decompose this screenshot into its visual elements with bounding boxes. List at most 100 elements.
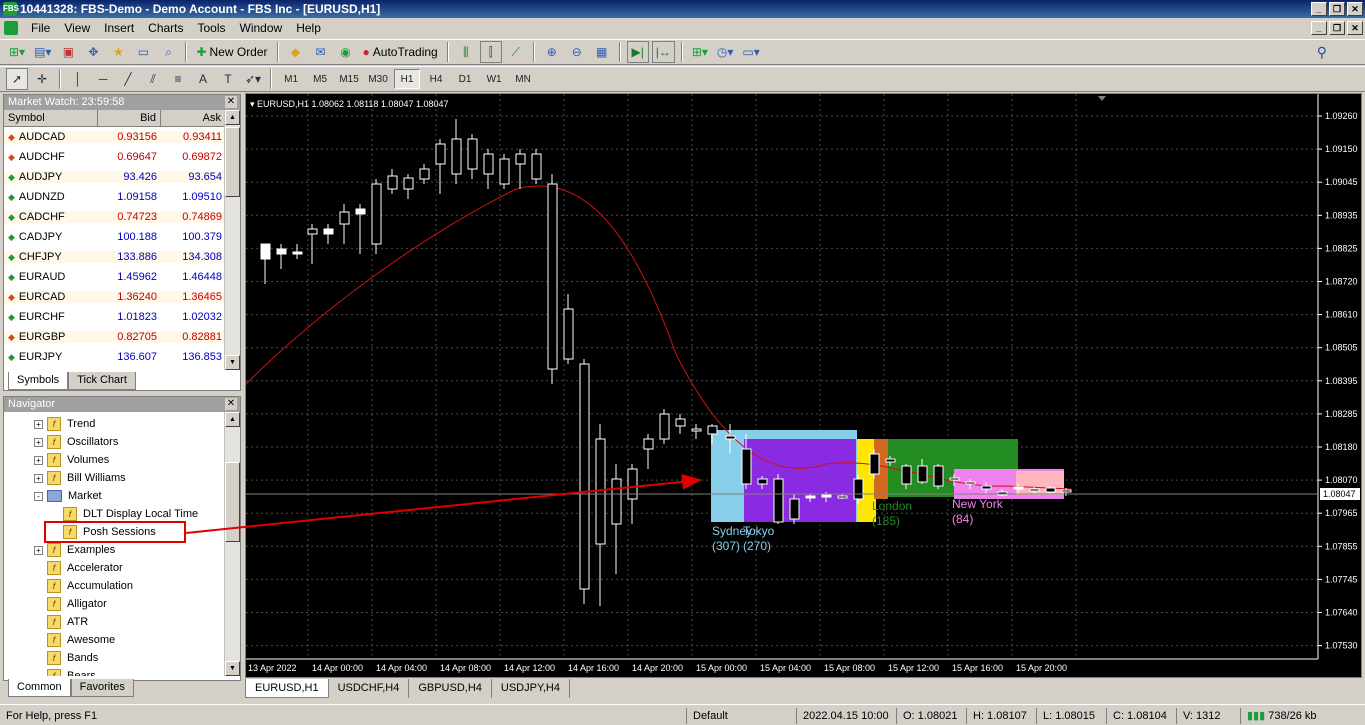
strategy-tester-icon[interactable]: ⌕ (157, 41, 179, 63)
nav-scroll-up-icon[interactable]: ▲ (225, 412, 240, 427)
market-watch-row[interactable]: ◆ AUDCAD 0.93156 0.93411 (4, 127, 226, 147)
market-watch-row[interactable]: ◆ CADCHF 0.74723 0.74869 (4, 207, 226, 227)
market-watch-row[interactable]: ◆ CHFJPY 133.886 134.308 (4, 247, 226, 267)
menu-view[interactable]: View (57, 18, 97, 38)
maximize-button[interactable]: ❐ (1329, 2, 1345, 16)
search-icon[interactable]: ⚲ (1317, 44, 1327, 61)
templates-icon[interactable]: ▭▾ (739, 41, 762, 63)
close-navigator-icon[interactable]: ✕ (225, 398, 237, 410)
signals-icon[interactable]: ◉ (335, 41, 357, 63)
periods-icon[interactable]: ◷▾ (714, 41, 737, 63)
navigator-item[interactable]: + f Trend (4, 415, 226, 433)
navigator-item[interactable]: f Bands (4, 649, 226, 667)
timeframe-w1[interactable]: W1 (481, 69, 507, 89)
market-watch-scrollbar[interactable]: ▲ ▼ (224, 110, 240, 370)
cursor-icon[interactable]: ➚ (6, 68, 28, 90)
navigator-item[interactable]: f Accelerator (4, 559, 226, 577)
timeframe-m30[interactable]: M30 (365, 69, 391, 89)
scroll-up-icon[interactable]: ▲ (225, 110, 240, 125)
mailbox-icon[interactable]: ✉ (310, 41, 332, 63)
expand-icon[interactable]: + (34, 419, 43, 429)
navigator-item[interactable]: f Alligator (4, 595, 226, 613)
menu-tools[interactable]: Tools (191, 18, 233, 38)
market-watch-row[interactable]: ◆ EURGBP 0.82705 0.82881 (4, 327, 226, 347)
expand-icon[interactable]: + (34, 473, 43, 483)
text-label-icon[interactable]: T (217, 68, 239, 90)
navigator-item[interactable]: - Market (4, 487, 226, 505)
indicators-icon[interactable]: ⊞▾ (689, 41, 711, 63)
nav-scroll-down-icon[interactable]: ▼ (225, 661, 240, 676)
close-market-watch-icon[interactable]: ✕ (225, 96, 237, 108)
bar-chart-icon[interactable]: ⫼ (455, 41, 477, 63)
timeframe-h1[interactable]: H1 (394, 69, 421, 89)
close-button[interactable]: ✕ (1347, 2, 1363, 16)
zoom-out-icon[interactable]: ⊖ (566, 41, 588, 63)
chart-tab-eurusd[interactable]: EURUSD,H1 (245, 679, 329, 698)
navigator-item[interactable]: + f Bill Williams (4, 469, 226, 487)
tab-tick-chart[interactable]: Tick Chart (68, 372, 136, 390)
child-restore-button[interactable]: ❐ (1329, 21, 1345, 35)
timeframe-mn[interactable]: MN (510, 69, 536, 89)
mdi-icon[interactable] (4, 21, 18, 35)
timeframe-d1[interactable]: D1 (452, 69, 478, 89)
fibonacci-icon[interactable]: ≡ (167, 68, 189, 90)
autotrading-button[interactable]: ● AutoTrading (360, 41, 441, 63)
autoscroll-icon[interactable]: ▶| (626, 41, 649, 63)
col-bid[interactable]: Bid (98, 110, 161, 126)
tab-favorites[interactable]: Favorites (70, 679, 134, 697)
chart-shift-icon[interactable]: |↔ (651, 41, 675, 63)
col-ask[interactable]: Ask (161, 110, 226, 126)
trendline-icon[interactable]: ╱ (117, 68, 139, 90)
navigator-item[interactable]: f Awesome (4, 631, 226, 649)
menu-charts[interactable]: Charts (141, 18, 190, 38)
market-watch-row[interactable]: ◆ EURCAD 1.36240 1.36465 (4, 287, 226, 307)
navigator-item[interactable]: f Accumulation (4, 577, 226, 595)
new-chart-icon[interactable]: ⊞▾ (6, 41, 28, 63)
equidistant-channel-icon[interactable]: ⫽ (142, 68, 164, 90)
child-minimize-button[interactable]: _ (1311, 21, 1327, 35)
arrows-icon[interactable]: ➶▾ (242, 68, 264, 90)
timeframe-m1[interactable]: M1 (278, 69, 304, 89)
data-window-icon[interactable]: ✥ (82, 41, 104, 63)
col-symbol[interactable]: Symbol (4, 110, 98, 126)
market-watch-row[interactable]: ◆ AUDCHF 0.69647 0.69872 (4, 147, 226, 167)
navigator-icon[interactable]: ★ (107, 41, 129, 63)
text-icon[interactable]: A (192, 68, 214, 90)
metaeditor-icon[interactable]: ◆ (285, 41, 307, 63)
profiles-icon[interactable]: ▤▾ (31, 41, 54, 63)
menu-window[interactable]: Window (233, 18, 290, 38)
menu-help[interactable]: Help (289, 18, 328, 38)
navigator-scrollbar[interactable]: ▲ ▼ (224, 412, 240, 676)
menu-insert[interactable]: Insert (97, 18, 141, 38)
collapse-icon[interactable]: - (34, 491, 43, 501)
tab-common[interactable]: Common (8, 679, 71, 697)
market-watch-row[interactable]: ◆ CADJPY 100.188 100.379 (4, 227, 226, 247)
scroll-thumb[interactable] (225, 127, 240, 197)
minimize-button[interactable]: _ (1311, 2, 1327, 16)
nav-scroll-thumb[interactable] (225, 462, 240, 542)
chart-tab-gbpusd[interactable]: GBPUSD,H4 (409, 679, 492, 698)
chart-window[interactable]: 1.09260 1.09150 1.09045 1.08935 1.08825 1.087… (245, 93, 1362, 678)
horizontal-line-icon[interactable]: ─ (92, 68, 114, 90)
expand-icon[interactable]: + (34, 437, 43, 447)
navigator-item[interactable]: f ATR (4, 613, 226, 631)
candlestick-icon[interactable]: ⫿ (479, 41, 502, 63)
market-watch-icon[interactable]: ▣ (57, 41, 79, 63)
market-watch-row[interactable]: ◆ AUDNZD 1.09158 1.09510 (4, 187, 226, 207)
navigator-item[interactable]: + f Examples (4, 541, 226, 559)
chart-tab-usdchf[interactable]: USDCHF,H4 (329, 679, 410, 698)
menu-file[interactable]: File (24, 18, 57, 38)
tab-symbols[interactable]: Symbols (8, 372, 69, 390)
timeframe-h4[interactable]: H4 (423, 69, 449, 89)
expand-icon[interactable]: + (34, 455, 43, 465)
navigator-item[interactable]: + f Oscillators (4, 433, 226, 451)
market-watch-row[interactable]: ◆ EURJPY 136.607 136.853 (4, 347, 226, 367)
navigator-item[interactable]: f Bears (4, 667, 226, 676)
new-order-button[interactable]: ✚ New Order (193, 41, 270, 63)
market-watch-row[interactable]: ◆ EURCHF 1.01823 1.02032 (4, 307, 226, 327)
zoom-in-icon[interactable]: ⊕ (541, 41, 563, 63)
tile-windows-icon[interactable]: ▦ (591, 41, 613, 63)
scroll-down-icon[interactable]: ▼ (225, 355, 240, 370)
terminal-icon[interactable]: ▭ (132, 41, 154, 63)
timeframe-m5[interactable]: M5 (307, 69, 333, 89)
